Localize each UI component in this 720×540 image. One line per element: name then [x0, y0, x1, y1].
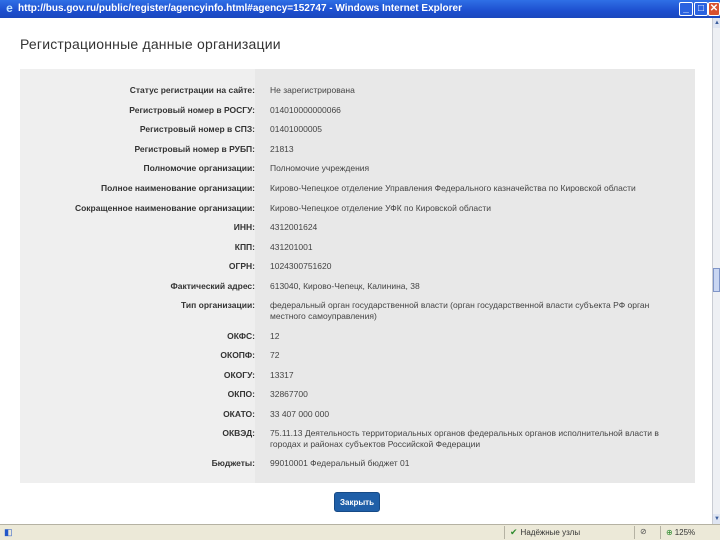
- field-label: Статус регистрации на сайте:: [129, 85, 255, 95]
- field-value: 014010000000066: [270, 105, 341, 115]
- dialog-content: Регистрационные данные организации Стату…: [0, 18, 712, 524]
- field-value: Кирово-Чепецкое отделение УФК по Кировск…: [270, 203, 491, 213]
- minimize-button[interactable]: _: [679, 2, 693, 16]
- scroll-up-icon[interactable]: ▲: [713, 18, 720, 28]
- field-label: Тип организации:: [181, 300, 255, 310]
- status-divider: [504, 526, 505, 539]
- field-value: 613040, Кирово-Чепецк, Калинина, 38: [270, 281, 420, 291]
- maximize-button[interactable]: □: [694, 2, 708, 16]
- zoom-icon: ⊕: [666, 528, 673, 537]
- details-panel: Статус регистрации на сайте: Не зарегист…: [20, 69, 695, 483]
- security-zone: ✔ Надёжные узлы: [510, 527, 580, 538]
- field-label: Регистровый номер в РОСГУ:: [129, 105, 255, 115]
- field-label: ОКОГУ:: [223, 370, 255, 380]
- field-value: федеральный орган государственной власти…: [270, 300, 650, 321]
- ie-logo-icon: e: [6, 1, 13, 15]
- page-icon: ◧: [4, 527, 13, 537]
- window-title-bar: e http://bus.gov.ru/public/register/agen…: [0, 0, 720, 18]
- field-value: 01401000005: [270, 124, 323, 134]
- field-value: 75.11.13 Деятельность территориальных ор…: [270, 428, 659, 449]
- checkmark-icon: ✔: [510, 527, 518, 537]
- field-label: КПП:: [234, 242, 255, 252]
- field-value: 431201001: [270, 242, 313, 252]
- field-value: 72: [270, 350, 280, 360]
- zoom-control[interactable]: ⊕ 125%: [666, 527, 695, 538]
- scroll-thumb[interactable]: [713, 268, 720, 292]
- field-label: ОКАТО:: [223, 409, 255, 419]
- field-value: Полномочие учреждения: [270, 163, 370, 173]
- status-divider: [660, 526, 661, 539]
- status-divider: [634, 526, 635, 539]
- field-label: Бюджеты:: [211, 458, 255, 468]
- field-label: ОКОПФ:: [220, 350, 255, 360]
- field-label: Регистровый номер в СПЗ:: [139, 124, 255, 134]
- window-title: http://bus.gov.ru/public/register/agency…: [18, 3, 462, 14]
- zone-label: Надёжные узлы: [520, 528, 581, 537]
- field-label: ИНН:: [233, 222, 255, 232]
- field-value: 32867700: [270, 389, 308, 399]
- field-value: 21813: [270, 144, 294, 154]
- field-label: Полное наименование организации:: [101, 183, 255, 193]
- field-label: ОКПО:: [227, 389, 255, 399]
- field-value: 99010001 Федеральный бюджет 01: [270, 458, 410, 468]
- vertical-scrollbar[interactable]: ▲ ▼: [712, 18, 720, 524]
- close-window-button[interactable]: ✕: [708, 2, 720, 16]
- field-label: ОКФС:: [227, 331, 255, 341]
- field-label: Сокращенное наименование организации:: [74, 203, 255, 213]
- zoom-level: 125%: [674, 528, 696, 537]
- field-label: Регистровый номер в РУБП:: [134, 144, 255, 154]
- status-bar: ◧ ✔ Надёжные узлы ⊘ ⊕ 125%: [0, 524, 720, 540]
- field-label: Фактический адрес:: [170, 281, 255, 291]
- field-value: 1024300751620: [270, 261, 332, 271]
- close-button[interactable]: Закрыть: [334, 492, 380, 512]
- scroll-down-icon[interactable]: ▼: [713, 514, 720, 524]
- field-value: 12: [270, 331, 280, 341]
- field-value: 33 407 000 000: [270, 409, 330, 419]
- field-label: ОКВЭД:: [222, 428, 255, 438]
- lock-icon: ⊘: [640, 527, 647, 536]
- field-label: ОГРН:: [228, 261, 255, 271]
- page-title: Регистрационные данные организации: [20, 36, 281, 52]
- field-value: 13317: [270, 370, 294, 380]
- field-value: Не зарегистрирована: [270, 85, 355, 95]
- field-label: Полномочие организации:: [143, 163, 255, 173]
- field-value: Кирово-Чепецкое отделение Управления Фед…: [270, 183, 636, 193]
- field-value: 4312001624: [270, 222, 318, 232]
